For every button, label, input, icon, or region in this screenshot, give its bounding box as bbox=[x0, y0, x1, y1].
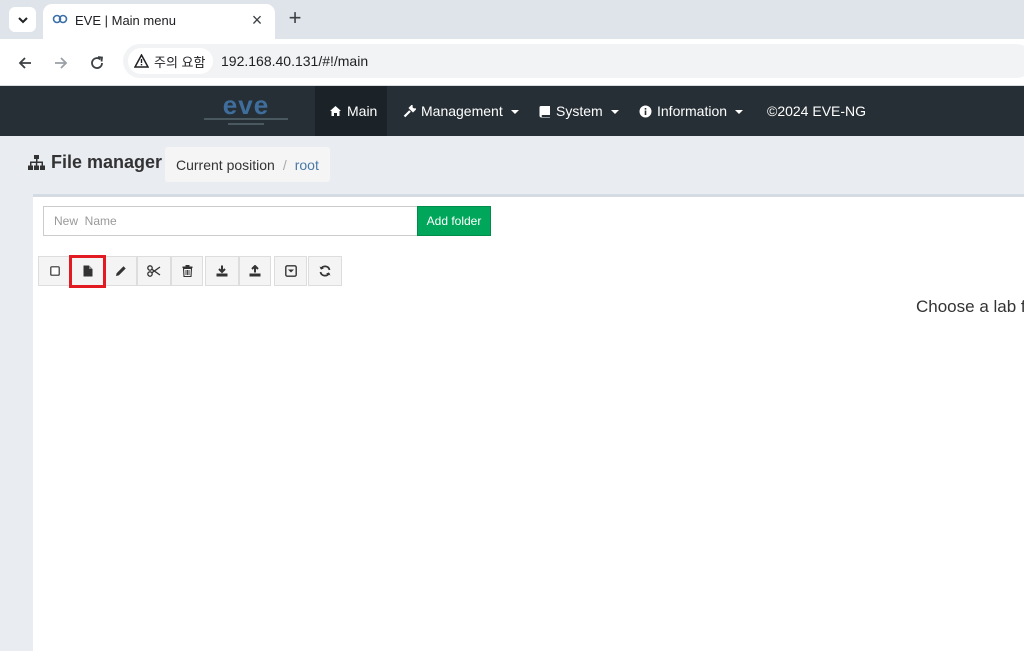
forward-button[interactable] bbox=[49, 51, 73, 75]
security-chip[interactable]: 주의 요함 bbox=[128, 48, 214, 74]
upload-icon bbox=[249, 265, 261, 277]
delete-button[interactable] bbox=[171, 256, 203, 286]
download-button[interactable] bbox=[205, 256, 239, 286]
export-button[interactable] bbox=[274, 256, 307, 286]
arrow-right-icon bbox=[55, 57, 68, 69]
main-navbar: eve Main Management System Information ©… bbox=[0, 86, 1024, 136]
new-tab-button[interactable]: + bbox=[284, 7, 306, 30]
close-tab-icon[interactable]: × bbox=[247, 10, 267, 30]
arrow-left-icon bbox=[18, 57, 31, 69]
nav-management[interactable]: Management bbox=[403, 86, 519, 136]
browser-tabstrip: EVE | Main menu × + bbox=[0, 0, 1024, 39]
warning-icon bbox=[134, 54, 149, 68]
nav-main-label: Main bbox=[347, 103, 378, 119]
browser-tab[interactable]: EVE | Main menu × bbox=[43, 4, 275, 39]
page-title: File manager bbox=[28, 152, 162, 173]
book-icon bbox=[539, 105, 550, 117]
reload-icon bbox=[91, 56, 104, 69]
left-gutter bbox=[0, 194, 33, 651]
breadcrumb-root-link[interactable]: root bbox=[295, 157, 319, 173]
nav-copyright-label: ©2024 EVE-NG bbox=[767, 103, 867, 119]
tab-search-button[interactable] bbox=[9, 7, 36, 32]
nav-information-label: Information bbox=[657, 103, 728, 119]
upload-button[interactable] bbox=[239, 256, 271, 286]
caret-down-icon bbox=[510, 110, 519, 114]
page-title-text: File manager bbox=[51, 152, 163, 172]
nav-copyright[interactable]: ©2024 EVE-NG bbox=[767, 86, 866, 136]
info-icon bbox=[639, 105, 652, 117]
nav-information[interactable]: Information bbox=[639, 86, 744, 136]
pencil-icon bbox=[115, 266, 126, 276]
wrench-icon bbox=[403, 104, 416, 117]
trash-icon bbox=[182, 265, 192, 277]
caret-down-icon bbox=[735, 110, 744, 114]
cut-button[interactable] bbox=[137, 256, 171, 286]
nav-system-label: System bbox=[556, 103, 603, 119]
breadcrumb: Current position / root bbox=[165, 147, 330, 182]
reload-button[interactable] bbox=[85, 51, 109, 75]
nav-management-label: Management bbox=[421, 103, 503, 119]
add-folder-button[interactable]: Add folder bbox=[417, 206, 491, 236]
highlight-box bbox=[69, 255, 106, 288]
address-bar[interactable]: 주의 요함 192.168.40.131/#!/main bbox=[123, 44, 1024, 78]
choose-lab-message: Choose a lab fo bbox=[916, 297, 1024, 316]
url-text[interactable]: 192.168.40.131/#!/main bbox=[221, 53, 368, 69]
scissors-icon bbox=[147, 265, 161, 277]
caret-down-icon bbox=[610, 110, 619, 114]
back-button[interactable] bbox=[13, 51, 37, 75]
sitemap-icon bbox=[28, 155, 45, 170]
tab-title: EVE | Main menu bbox=[75, 13, 176, 28]
breadcrumb-separator: / bbox=[282, 156, 287, 173]
download-icon bbox=[216, 265, 228, 277]
refresh-icon bbox=[319, 265, 331, 277]
refresh-button[interactable] bbox=[308, 256, 342, 286]
svg-text:eve: eve bbox=[223, 92, 269, 120]
security-label: 주의 요함 bbox=[154, 54, 206, 70]
browser-toolbar: 주의 요함 192.168.40.131/#!/main bbox=[0, 39, 1024, 86]
page-header: File manager Current position / root bbox=[0, 136, 1024, 194]
eve-favicon-icon bbox=[52, 14, 68, 24]
select-all-button[interactable] bbox=[38, 256, 71, 286]
nav-system[interactable]: System bbox=[538, 86, 619, 136]
checkbox-icon bbox=[49, 266, 60, 276]
eve-logo[interactable]: eve bbox=[200, 92, 292, 130]
new-name-input[interactable] bbox=[43, 206, 418, 236]
rename-button[interactable] bbox=[104, 256, 137, 286]
chevron-down-icon bbox=[17, 16, 28, 23]
home-icon bbox=[330, 106, 341, 116]
breadcrumb-current-label: Current position bbox=[176, 156, 275, 173]
nav-main[interactable]: Main bbox=[315, 86, 387, 136]
export-icon bbox=[284, 265, 297, 277]
